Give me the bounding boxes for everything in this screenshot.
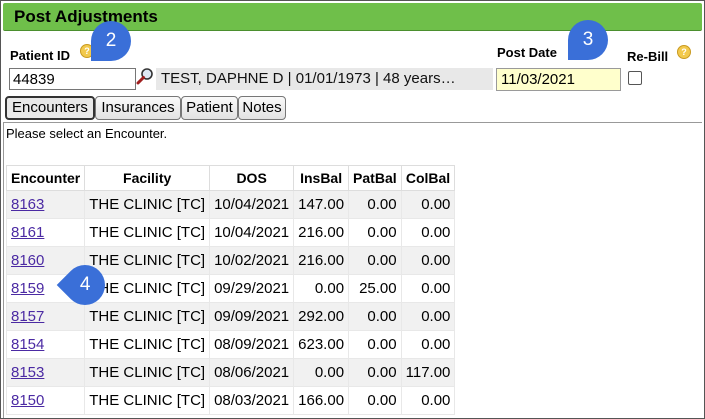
facility-cell: THE CLINIC [TC] (84, 218, 211, 247)
colbal-cell: 0.00 (400, 190, 456, 219)
colbal-cell: 117.00 (400, 358, 456, 387)
content-left-border (3, 122, 4, 418)
dos-cell: 08/09/2021 (209, 330, 295, 359)
encounter-link[interactable]: 8153 (11, 364, 44, 381)
col-dos-header: DOS (209, 165, 295, 191)
dos-cell: 10/04/2021 (209, 218, 295, 247)
rebill-help-icon[interactable]: ? (677, 45, 691, 59)
insbal-cell: 0.00 (293, 358, 350, 387)
encounter-cell[interactable]: 8157 (5, 302, 86, 331)
window-title: Post Adjustments (14, 7, 158, 26)
patbal-cell: 0.00 (348, 386, 402, 415)
facility-cell: THE CLINIC [TC] (84, 330, 211, 359)
encounter-link[interactable]: 8157 (11, 308, 44, 325)
facility-cell: THE CLINIC [TC] (84, 246, 211, 275)
patbal-cell: 0.00 (348, 358, 402, 387)
insbal-cell: 147.00 (293, 190, 350, 219)
tab-encounters[interactable]: Encounters (5, 96, 95, 120)
col-insbal-header: InsBal (293, 165, 350, 191)
table-row[interactable]: 8154 THE CLINIC [TC] 08/09/2021 623.00 0… (5, 330, 456, 359)
instruction-message: Please select an Encounter. (6, 126, 168, 141)
encounter-link[interactable]: 8163 (11, 196, 44, 213)
patient-info: TEST, DAPHNE D | 01/01/1973 | 48 years… (156, 68, 493, 90)
colbal-cell: 0.00 (400, 386, 456, 415)
dos-cell: 08/03/2021 (209, 386, 295, 415)
encounter-link[interactable]: 8154 (11, 336, 44, 353)
patient-id-input[interactable] (9, 68, 136, 90)
dos-cell: 09/29/2021 (209, 274, 295, 303)
table-row[interactable]: 8163 THE CLINIC [TC] 10/04/2021 147.00 0… (5, 190, 456, 219)
colbal-cell: 0.00 (400, 246, 456, 275)
dos-cell: 10/02/2021 (209, 246, 295, 275)
patbal-cell: 0.00 (348, 330, 402, 359)
insbal-cell: 623.00 (293, 330, 350, 359)
encounter-cell[interactable]: 8161 (5, 218, 86, 247)
col-encounter-header: Encounter (5, 165, 86, 191)
tab-insurances[interactable]: Insurances (95, 96, 181, 120)
insbal-cell: 166.00 (293, 386, 350, 415)
patbal-cell: 0.00 (348, 190, 402, 219)
table-row[interactable]: 8150 THE CLINIC [TC] 08/03/2021 166.00 0… (5, 386, 456, 415)
table-header-row: Encounter Facility DOS InsBal PatBal Col… (5, 165, 456, 191)
content-divider (3, 122, 702, 123)
table-row[interactable]: 8157 THE CLINIC [TC] 09/09/2021 292.00 0… (5, 302, 456, 331)
post-date-input[interactable]: 11/03/2021 (496, 68, 621, 91)
rebill-checkbox[interactable] (628, 71, 642, 85)
callout-badge-2: 2 (91, 21, 131, 61)
col-facility-header: Facility (84, 165, 211, 191)
patbal-cell: 0.00 (348, 246, 402, 275)
callout-badge-4-label: 4 (79, 273, 91, 295)
colbal-cell: 0.00 (400, 218, 456, 247)
encounter-link[interactable]: 8159 (11, 280, 44, 297)
table-row[interactable]: 8161 THE CLINIC [TC] 10/04/2021 216.00 0… (5, 218, 456, 247)
col-patbal-header: PatBal (348, 165, 402, 191)
patient-id-label: Patient ID (10, 48, 70, 63)
patient-search-icon[interactable] (135, 67, 155, 87)
insbal-cell: 0.00 (293, 274, 350, 303)
facility-cell: THE CLINIC [TC] (84, 386, 211, 415)
facility-cell: THE CLINIC [TC] (84, 190, 211, 219)
patbal-cell: 0.00 (348, 218, 402, 247)
post-adjustments-window: Post Adjustments Patient ID ? TEST, DAPH… (0, 0, 705, 419)
colbal-cell: 0.00 (400, 330, 456, 359)
encounter-link[interactable]: 8160 (11, 252, 44, 269)
patbal-cell: 25.00 (348, 274, 402, 303)
colbal-cell: 0.00 (400, 302, 456, 331)
encounter-link[interactable]: 8161 (11, 224, 44, 241)
facility-cell: THE CLINIC [TC] (84, 302, 211, 331)
facility-cell: THE CLINIC [TC] (84, 358, 211, 387)
rebill-label: Re-Bill (627, 49, 669, 64)
post-date-label: Post Date (497, 45, 557, 60)
callout-badge-3: 3 (568, 20, 608, 60)
table-row[interactable]: 8153 THE CLINIC [TC] 08/06/2021 0.00 0.0… (5, 358, 456, 387)
dos-cell: 08/06/2021 (209, 358, 295, 387)
patbal-cell: 0.00 (348, 302, 402, 331)
encounter-cell[interactable]: 8153 (5, 358, 86, 387)
insbal-cell: 292.00 (293, 302, 350, 331)
dos-cell: 10/04/2021 (209, 190, 295, 219)
insbal-cell: 216.00 (293, 246, 350, 275)
encounter-cell[interactable]: 8154 (5, 330, 86, 359)
colbal-cell: 0.00 (400, 274, 456, 303)
dos-cell: 09/09/2021 (209, 302, 295, 331)
encounter-cell[interactable]: 8150 (5, 386, 86, 415)
insbal-cell: 216.00 (293, 218, 350, 247)
col-colbal-header: ColBal (400, 165, 456, 191)
tab-patient[interactable]: Patient (181, 96, 238, 120)
encounter-link[interactable]: 8150 (11, 392, 44, 409)
encounter-cell[interactable]: 8163 (5, 190, 86, 219)
tab-notes[interactable]: Notes (238, 96, 286, 120)
